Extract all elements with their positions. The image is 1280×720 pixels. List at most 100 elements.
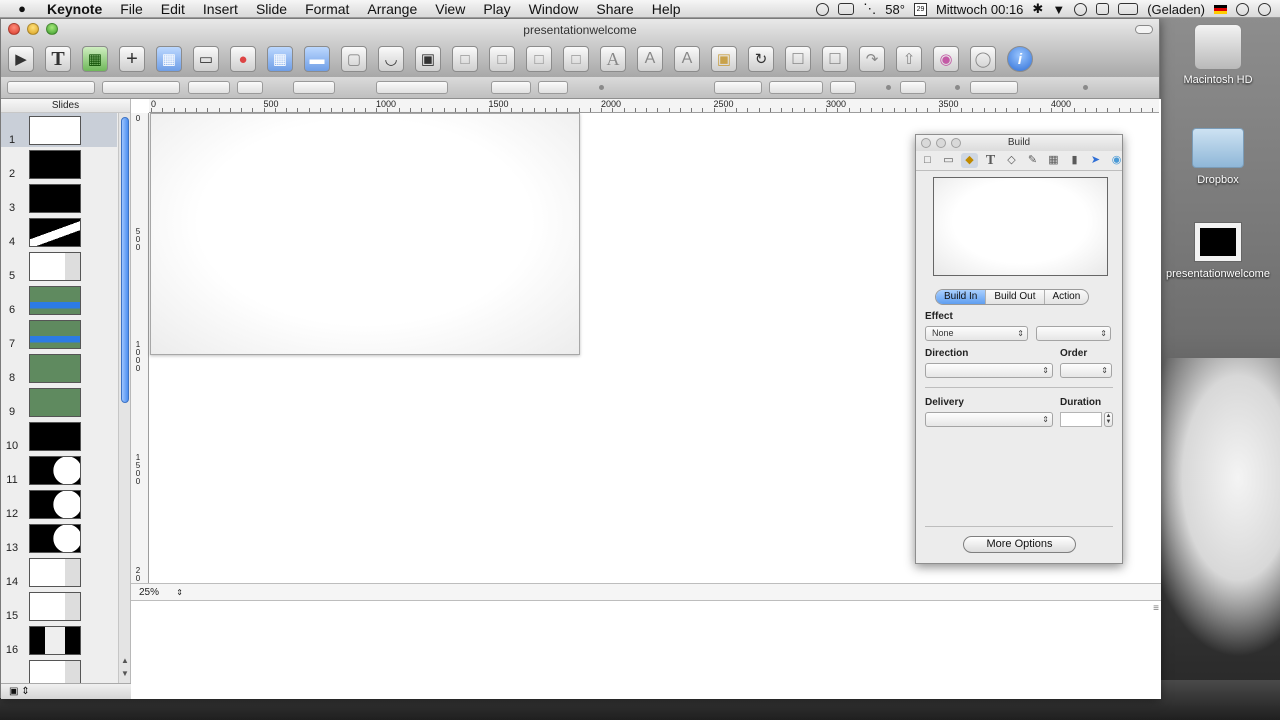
lock-icon[interactable]: ☐ xyxy=(785,46,811,72)
slide-thumbnail-row[interactable]: 10 xyxy=(1,419,117,453)
slide-thumbnail-row[interactable]: 9 xyxy=(1,385,117,419)
table-icon[interactable]: ▦ xyxy=(1045,153,1062,168)
view-options-icon[interactable]: ▣ ⇕ xyxy=(9,686,30,697)
slide-thumbnail[interactable] xyxy=(29,320,81,349)
columns-select[interactable] xyxy=(538,81,568,94)
toolbar-toggle-button[interactable] xyxy=(1135,25,1153,34)
build-in-tab[interactable]: Build In xyxy=(936,290,987,304)
alignment-group[interactable] xyxy=(376,81,448,94)
inspector-zoom-button[interactable] xyxy=(951,138,961,148)
close-button[interactable] xyxy=(8,23,20,35)
resize-handle-icon[interactable]: ≡ xyxy=(1153,603,1159,614)
menu-arrange[interactable]: Arrange xyxy=(358,0,426,18)
opacity-select[interactable] xyxy=(970,81,1018,94)
keyboard-icon[interactable] xyxy=(838,3,855,15)
slide-thumbnail-row[interactable]: 8 xyxy=(1,351,117,385)
fonts-icon[interactable]: ◯ xyxy=(970,46,996,72)
menu-window[interactable]: Window xyxy=(520,0,588,18)
chart-icon[interactable]: ▬ xyxy=(304,46,330,72)
bluetooth-icon[interactable]: ✱ xyxy=(1032,1,1043,17)
bold-italic-underline-group[interactable] xyxy=(293,81,335,94)
font-size-field[interactable] xyxy=(237,81,263,94)
slide-thumbnail[interactable] xyxy=(29,422,81,451)
paw-icon[interactable] xyxy=(816,2,830,16)
inspector-icon[interactable]: i xyxy=(1007,46,1033,72)
ungroup-icon[interactable]: □ xyxy=(489,46,515,72)
build-preview[interactable] xyxy=(933,177,1108,276)
slide-thumbnail[interactable] xyxy=(29,456,81,485)
presenter-notes[interactable]: ≡ xyxy=(131,601,1161,697)
build-out-tab[interactable]: Build Out xyxy=(986,290,1045,304)
shapes-icon[interactable]: ▭ xyxy=(193,46,219,72)
menu-edit[interactable]: Edit xyxy=(152,0,194,18)
menu-app[interactable]: Keynote xyxy=(44,0,111,18)
text-outline-icon[interactable]: A xyxy=(674,46,700,72)
font-family-select[interactable] xyxy=(102,81,180,94)
temperature-readout[interactable]: 58° xyxy=(885,2,905,17)
slide-thumbnail-row[interactable]: 16 xyxy=(1,623,117,657)
volume-icon[interactable] xyxy=(1258,2,1271,16)
effect-select[interactable]: None ⇕ xyxy=(925,326,1028,341)
scroll-down-icon[interactable]: ▼ xyxy=(121,669,129,678)
slide-thumbnail-row[interactable]: 14 xyxy=(1,555,117,589)
direction-select[interactable]: ⇕ xyxy=(925,363,1053,378)
slide-thumbnail-row[interactable]: 12 xyxy=(1,487,117,521)
dropbox-status-icon[interactable] xyxy=(1096,3,1110,15)
delivery-select[interactable]: ⇕ xyxy=(925,412,1053,427)
comment-icon[interactable]: ▢ xyxy=(341,46,367,72)
slide-thumbnail-row[interactable]: 2 xyxy=(1,147,117,181)
slide-thumbnail[interactable] xyxy=(29,218,81,247)
slide-thumbnail-row[interactable]: 3 xyxy=(1,181,117,215)
alpha-icon[interactable]: ◡ xyxy=(378,46,404,72)
slide-thumbnail-row[interactable]: 1 xyxy=(1,113,117,147)
unlock-icon[interactable]: ☐ xyxy=(822,46,848,72)
zoom-button[interactable] xyxy=(46,23,58,35)
masters-icon[interactable]: ▦ xyxy=(82,46,108,72)
scroll-up-icon[interactable]: ▲ xyxy=(121,656,129,665)
slide-thumbnail[interactable] xyxy=(29,286,81,315)
menu-file[interactable]: File xyxy=(111,0,152,18)
duration-field[interactable] xyxy=(1060,412,1102,427)
stroke-select[interactable] xyxy=(714,81,762,94)
menu-help[interactable]: Help xyxy=(643,0,690,18)
play-icon[interactable]: ▶ xyxy=(8,46,34,72)
thermometer-icon[interactable]: ⋱ xyxy=(863,1,876,17)
desktop-icon-dropbox[interactable]: Dropbox xyxy=(1158,128,1278,186)
chart-icon[interactable]: ▮ xyxy=(1066,153,1083,168)
slide-canvas[interactable] xyxy=(150,113,580,355)
slide-thumbnail[interactable] xyxy=(29,354,81,383)
scrollbar-thumb[interactable] xyxy=(121,117,129,403)
media-icon[interactable]: ▣ xyxy=(415,46,441,72)
slide-thumbnail-row[interactable]: 13 xyxy=(1,521,117,555)
metrics-icon[interactable]: ✎ xyxy=(1024,153,1041,168)
slide-thumbnail-row[interactable]: 7 xyxy=(1,317,117,351)
action-tab[interactable]: Action xyxy=(1045,290,1089,304)
upload-icon[interactable]: ⇧ xyxy=(896,46,922,72)
slide-thumbnail-row[interactable]: 5 xyxy=(1,249,117,283)
slide-thumbnail-row[interactable]: 6 xyxy=(1,283,117,317)
new-slide-icon[interactable]: + xyxy=(119,46,145,72)
slide-list-scrollbar[interactable]: ▲ ▼ xyxy=(118,113,130,683)
menu-play[interactable]: Play xyxy=(474,0,519,18)
paragraph-style-select[interactable] xyxy=(7,81,95,94)
more-options-button[interactable]: More Options xyxy=(963,536,1076,553)
redo-icon[interactable]: ↷ xyxy=(859,46,885,72)
media-browser-icon[interactable]: ◉ xyxy=(933,46,959,72)
build-icon[interactable]: ◆ xyxy=(961,153,978,168)
minimize-button[interactable] xyxy=(27,23,39,35)
quicktime-icon[interactable]: ◉ xyxy=(1108,153,1125,168)
text-icon[interactable]: T xyxy=(982,153,999,168)
inspector-close-button[interactable] xyxy=(921,138,931,148)
input-language-icon[interactable] xyxy=(1214,4,1227,14)
slide-thumbnail[interactable] xyxy=(29,252,81,281)
slide-thumbnail[interactable] xyxy=(29,388,81,417)
time-machine-icon[interactable] xyxy=(1236,2,1249,16)
hyperlink-icon[interactable]: ➤ xyxy=(1087,153,1104,168)
apple-menu-icon[interactable]: ● xyxy=(0,1,44,16)
back-icon[interactable]: □ xyxy=(563,46,589,72)
slide-thumbnail[interactable] xyxy=(29,524,81,553)
menu-view[interactable]: View xyxy=(426,0,474,18)
fill-color-well[interactable] xyxy=(900,81,926,94)
effect-variant-select[interactable]: ⇕ xyxy=(1036,326,1111,341)
font-typeface-select[interactable] xyxy=(188,81,230,94)
